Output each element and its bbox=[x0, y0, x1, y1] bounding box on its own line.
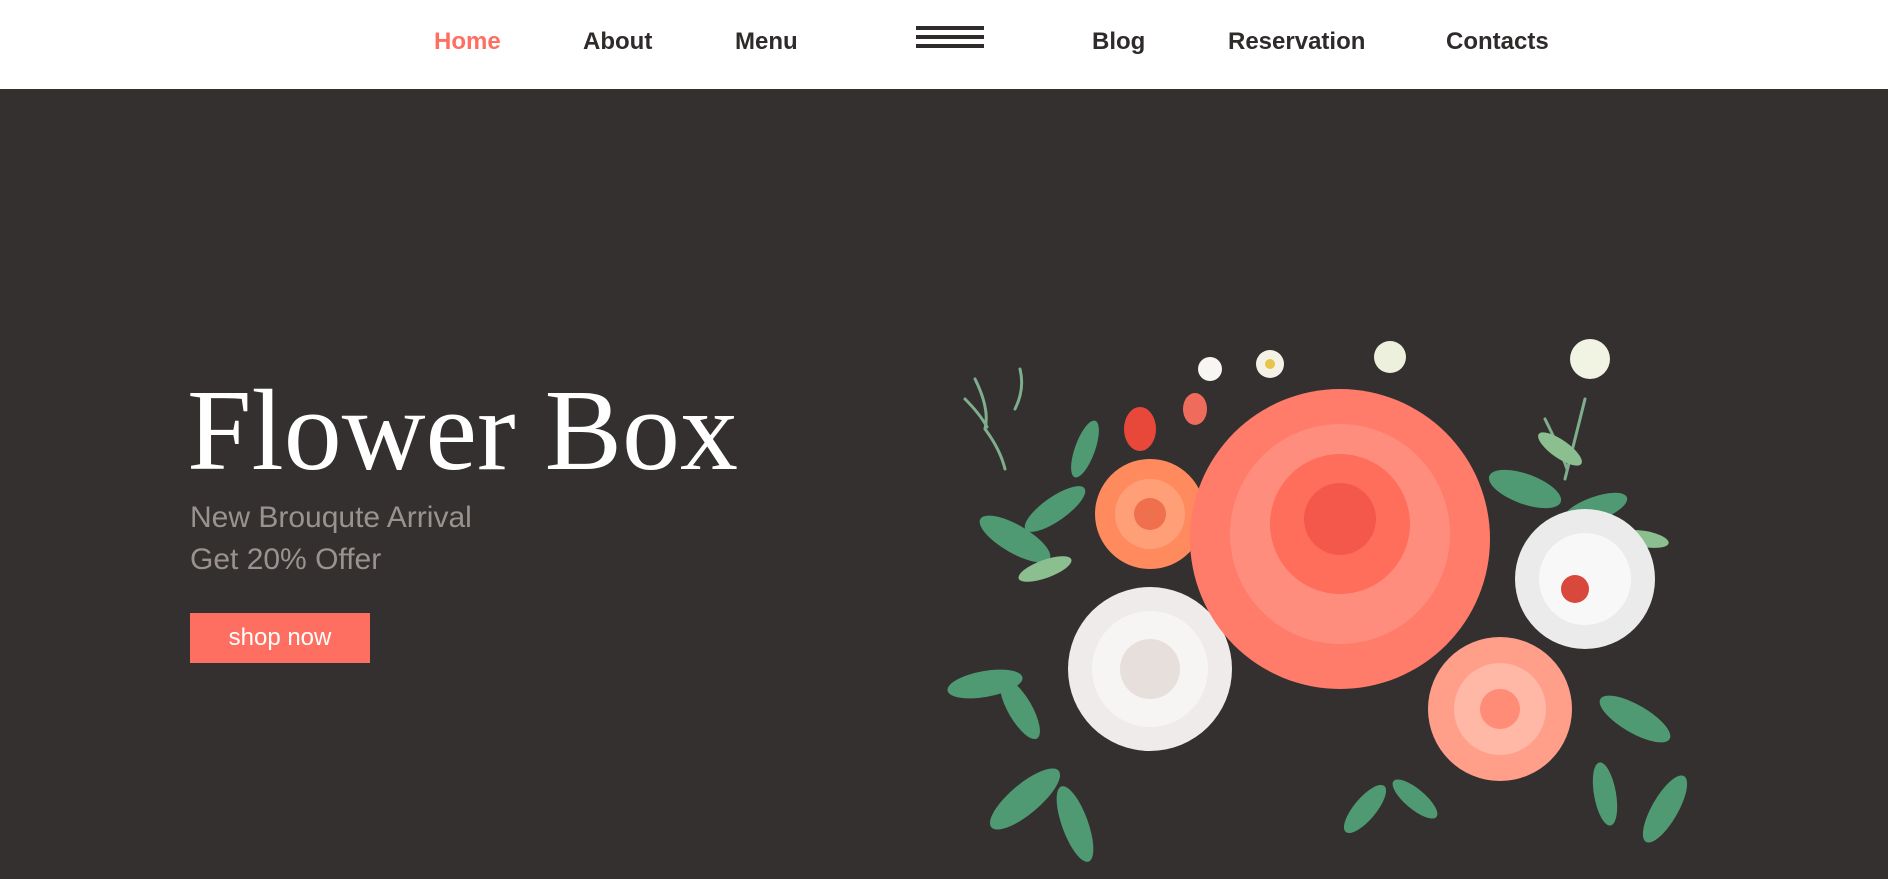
shop-now-button[interactable]: shop now bbox=[190, 613, 370, 663]
flower-bouquet-image bbox=[947, 339, 1688, 862]
nav-link-contacts[interactable]: Contacts bbox=[1446, 26, 1549, 58]
hero-title: Flower Box bbox=[187, 367, 738, 495]
hamburger-menu-icon[interactable] bbox=[916, 26, 984, 56]
nav-link-blog[interactable]: Blog bbox=[1092, 26, 1145, 58]
nav-link-menu[interactable]: Menu bbox=[735, 26, 798, 58]
nav-link-home[interactable]: Home bbox=[434, 26, 501, 58]
nav-link-reservation[interactable]: Reservation bbox=[1228, 26, 1365, 58]
hero-section: Flower Box New Brouqute Arrival Get 20% … bbox=[0, 89, 1888, 875]
hero-subtitle-offer: Get 20% Offer bbox=[190, 543, 382, 576]
nav-link-about[interactable]: About bbox=[583, 26, 652, 58]
hero-subtitle-arrival: New Brouqute Arrival bbox=[190, 501, 472, 534]
top-navigation-bar: Home About Menu Blog Reservation Contact… bbox=[0, 0, 1888, 89]
